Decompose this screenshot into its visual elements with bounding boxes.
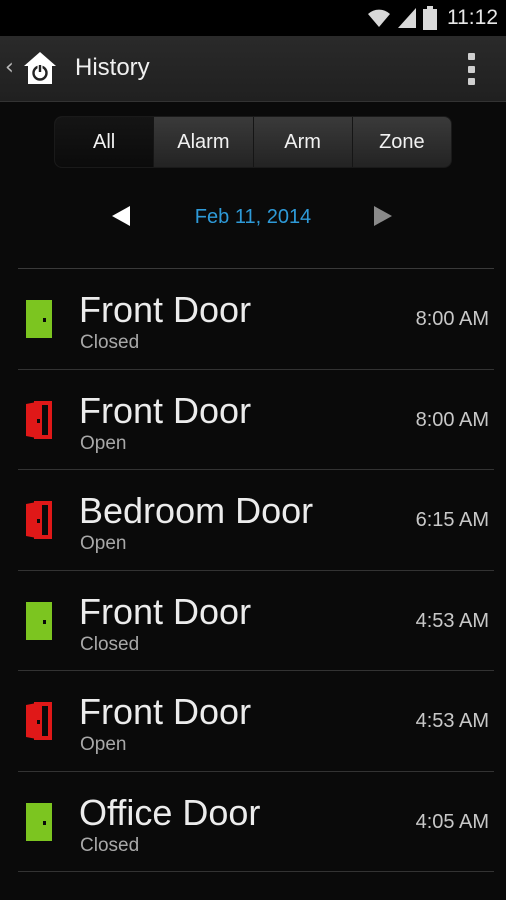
event-time: 8:00 AM: [415, 408, 489, 431]
status-time: 11:12: [447, 6, 498, 29]
list-item[interactable]: Front Door Open 4:53 AM: [18, 671, 494, 772]
event-name: Front Door: [79, 590, 252, 632]
action-bar: ‹ History: [0, 36, 506, 102]
back-chevron-icon[interactable]: ‹: [5, 56, 14, 80]
list-item[interactable]: Bedroom Door Open 6:15 AM: [18, 470, 494, 571]
event-state: Closed: [80, 834, 140, 856]
history-list: Front Door Closed 8:00 AM Front Door Open 8:0…: [18, 268, 494, 872]
overflow-menu-icon[interactable]: [466, 53, 476, 85]
event-time: 8:00 AM: [415, 308, 489, 330]
door-open-icon: [26, 400, 52, 439]
page-title: History: [75, 54, 150, 81]
tab-all[interactable]: All: [55, 117, 154, 167]
list-item[interactable]: Front Door Open 8:00 AM: [18, 370, 494, 470]
door-open-icon: [26, 501, 52, 539]
tab-alarm[interactable]: Alarm: [153, 117, 252, 167]
event-time: 4:53 AM: [415, 609, 489, 632]
current-date[interactable]: Feb 11, 2014: [0, 206, 506, 229]
event-state: Open: [80, 734, 127, 755]
status-icons: 11:12: [367, 4, 498, 32]
home-power-icon[interactable]: [22, 50, 58, 86]
filter-tabs: All Alarm Arm Zone: [54, 116, 452, 168]
event-state: Closed: [80, 332, 140, 353]
door-open-icon: [26, 702, 52, 740]
event-state: Closed: [80, 633, 140, 655]
door-closed-icon: [26, 300, 52, 338]
tab-zone[interactable]: Zone: [351, 117, 451, 167]
tab-arm[interactable]: Arm: [252, 117, 352, 167]
event-name: Front Door: [79, 691, 252, 732]
event-time: 6:15 AM: [415, 509, 489, 531]
event-time: 4:53 AM: [415, 710, 489, 732]
event-name: Office Door: [79, 791, 261, 833]
status-bar: 11:12: [0, 0, 506, 36]
date-navigator: Feb 11, 2014: [0, 196, 506, 240]
event-name: Bedroom Door: [79, 490, 314, 531]
battery-icon: [423, 6, 437, 30]
signal-icon: [398, 8, 416, 28]
list-item[interactable]: Front Door Closed 8:00 AM: [18, 269, 494, 370]
door-closed-icon: [26, 601, 52, 640]
event-state: Open: [80, 533, 127, 554]
list-item[interactable]: Front Door Closed 4:53 AM: [18, 571, 494, 671]
event-time: 4:05 AM: [415, 810, 489, 833]
next-day-arrow-icon[interactable]: [374, 206, 392, 226]
event-name: Front Door: [79, 289, 252, 330]
wifi-icon: [368, 9, 390, 27]
door-closed-icon: [26, 802, 52, 841]
event-name: Front Door: [79, 389, 252, 431]
event-state: Open: [80, 432, 127, 454]
list-item[interactable]: Office Door Closed 4:05 AM: [18, 772, 494, 872]
